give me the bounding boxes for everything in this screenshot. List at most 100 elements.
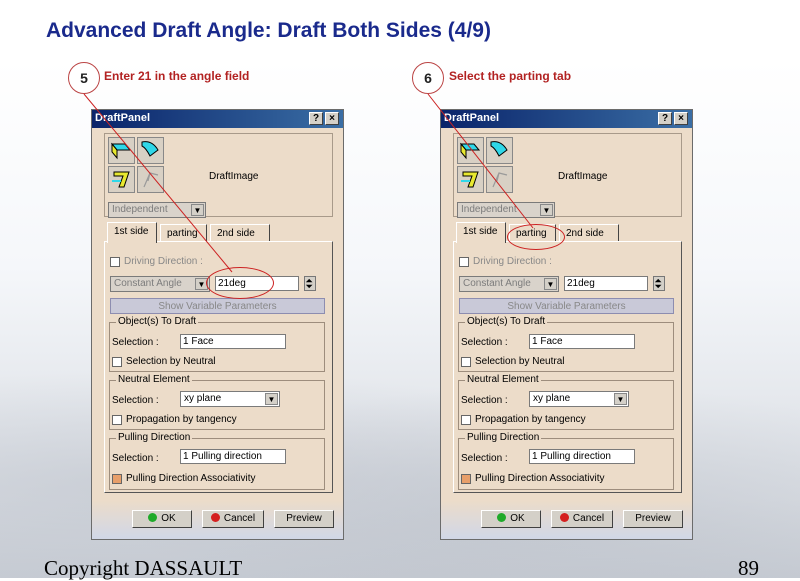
neutral-group-label: Neutral Element [465,374,541,385]
help-button[interactable]: ? [658,112,672,125]
objects-selection-field[interactable]: 1 Face [529,334,635,349]
ok-label: OK [510,513,525,524]
neutral-selection-field[interactable]: xy plane ▼ [529,391,629,407]
objects-selection-label: Selection : [461,337,508,348]
angle-input[interactable]: 21deg [564,276,648,291]
pulling-assoc-label: Pulling Direction Associativity [126,473,256,484]
pulling-assoc-checkbox[interactable] [112,474,122,484]
tab-1st-side[interactable]: 1st side [456,222,506,243]
show-variable-parameters-button[interactable]: Show Variable Parameters [110,298,325,314]
cancel-icon [210,513,220,522]
angle-field-highlight [206,267,274,299]
angle-type-select[interactable]: Constant Angle ▼ [459,276,559,292]
ok-button[interactable]: OK [481,510,541,528]
step-6-badge: 6 [412,62,444,94]
propagation-label: Propagation by tangency [126,414,237,425]
preview-button[interactable]: Preview [274,510,334,528]
parting-tab-highlight [507,224,565,250]
driving-direction-checkbox[interactable] [110,257,120,267]
draft-disabled-icon [486,166,513,193]
preview-button[interactable]: Preview [623,510,683,528]
step-5-text: Enter 21 in the angle field [104,69,250,83]
panel-titlebar: DraftPanel ? × [92,110,343,128]
neutral-group-label: Neutral Element [116,374,192,385]
draft-reflect-icon[interactable] [137,137,164,164]
chevron-down-icon: ▼ [544,278,557,290]
pulling-assoc-checkbox[interactable] [461,474,471,484]
show-variable-parameters-button[interactable]: Show Variable Parameters [459,298,674,314]
propagation-checkbox[interactable] [112,415,122,425]
propagation-checkbox[interactable] [461,415,471,425]
cancel-button[interactable]: Cancel [551,510,613,528]
chevron-down-icon: ▼ [191,204,204,216]
step-6-text: Select the parting tab [449,69,572,83]
angle-spinner[interactable] [304,276,316,291]
close-button[interactable]: × [325,112,339,125]
chevron-down-icon: ▼ [614,393,627,405]
angle-type-value: Constant Angle [114,278,182,289]
draft-disabled-icon [137,166,164,193]
tab-2nd-side[interactable]: 2nd side [210,224,270,242]
objects-selection-label: Selection : [112,337,159,348]
angle-type-select[interactable]: Constant Angle ▼ [110,276,210,292]
neutral-selection-value: xy plane [184,393,222,404]
slide-title: Advanced Draft Angle: Draft Both Sides (… [46,19,491,42]
panel-title: DraftPanel [95,112,151,124]
pulling-group-label: Pulling Direction [116,432,193,443]
pulling-group-label: Pulling Direction [465,432,542,443]
mode-select[interactable]: Independent ▼ [108,202,206,218]
close-button[interactable]: × [674,112,688,125]
pulling-selection-field[interactable]: 1 Pulling direction [529,449,635,464]
selection-by-neutral-label: Selection by Neutral [126,356,216,367]
cancel-icon [559,513,569,522]
draft-basic-icon[interactable] [457,137,484,164]
cancel-button[interactable]: Cancel [202,510,264,528]
chevron-down-icon: ▼ [540,204,553,216]
draft-panel-left: DraftPanel ? × DraftImage Independent ▼ … [91,109,344,540]
pulling-selection-field[interactable]: 1 Pulling direction [180,449,286,464]
tab-1st-side[interactable]: 1st side [107,222,157,243]
cancel-label: Cancel [223,513,256,524]
pulling-assoc-label: Pulling Direction Associativity [475,473,605,484]
help-button[interactable]: ? [309,112,323,125]
neutral-selection-field[interactable]: xy plane ▼ [180,391,280,407]
tab-2nd-side[interactable]: 2nd side [559,224,619,242]
selection-by-neutral-label: Selection by Neutral [475,356,565,367]
propagation-label: Propagation by tangency [475,414,586,425]
panel-title: DraftPanel [444,112,500,124]
ok-icon [148,513,158,522]
angle-type-value: Constant Angle [463,278,531,289]
draft-basic-icon[interactable] [108,137,135,164]
objects-group-label: Object(s) To Draft [116,316,199,327]
neutral-selection-label: Selection : [112,395,159,406]
chevron-down-icon: ▼ [265,393,278,405]
draft-variable-icon[interactable] [108,166,135,193]
objects-selection-field[interactable]: 1 Face [180,334,286,349]
tab-parting[interactable]: parting [160,224,207,242]
objects-group-label: Object(s) To Draft [465,316,548,327]
driving-direction-label: Driving Direction : [124,256,203,267]
draft-panel-right: DraftPanel ? × DraftImage Independent ▼ … [440,109,693,540]
neutral-selection-label: Selection : [461,395,508,406]
panel-titlebar: DraftPanel ? × [441,110,692,128]
mode-select-value: Independent [112,204,168,215]
angle-spinner[interactable] [653,276,665,291]
page-number: 89 [738,556,759,580]
draft-image-label: DraftImage [209,171,259,182]
ok-label: OK [161,513,176,524]
draft-variable-icon[interactable] [457,166,484,193]
driving-direction-label: Driving Direction : [473,256,552,267]
driving-direction-checkbox[interactable] [459,257,469,267]
pulling-selection-label: Selection : [112,453,159,464]
draft-type-icons [457,137,515,195]
draft-reflect-icon[interactable] [486,137,513,164]
mode-select-value: Independent [461,204,517,215]
pulling-selection-label: Selection : [461,453,508,464]
selection-by-neutral-checkbox[interactable] [112,357,122,367]
ok-button[interactable]: OK [132,510,192,528]
draft-type-icons [108,137,166,195]
mode-select[interactable]: Independent ▼ [457,202,555,218]
step-5-badge: 5 [68,62,100,94]
cancel-label: Cancel [572,513,605,524]
selection-by-neutral-checkbox[interactable] [461,357,471,367]
